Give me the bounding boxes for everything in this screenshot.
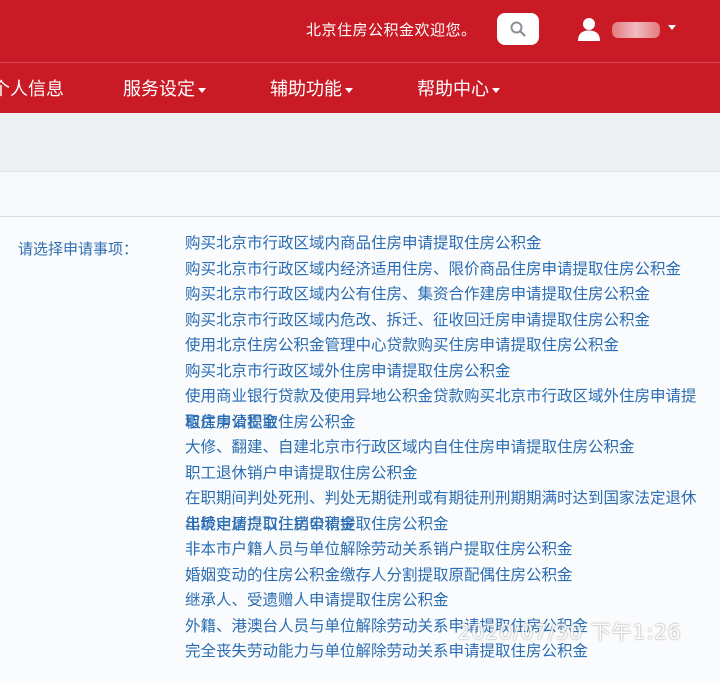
application-item[interactable]: 购买北京市行政区域内经济适用住房、限价商品住房申请提取住房公积金 <box>185 257 701 283</box>
chevron-down-icon[interactable] <box>668 25 676 30</box>
nav-item-label: 个人信息 <box>0 79 64 100</box>
application-item[interactable]: 购买北京市行政区域外住房申请提取住房公积金 <box>185 359 701 385</box>
application-item[interactable]: 购买北京市行政区域内危改、拆迁、征收回迁房申请提取住房公积金 <box>185 308 701 334</box>
application-select-panel: 请选择申请事项： 购买北京市行政区域内商品住房申请提取住房公积金 购买北京市行政… <box>0 217 720 681</box>
select-label: 请选择申请事项： <box>18 240 139 258</box>
top-header: 北京住房公积金欢迎您。 <box>0 0 720 62</box>
nav-item-aux-functions[interactable]: 辅助功能 <box>270 75 353 101</box>
user-icon[interactable] <box>576 16 602 42</box>
nav-item-label: 服务设定 <box>123 79 195 100</box>
application-item[interactable]: 非本市户籍人员与单位解除劳动关系销户提取住房公积金 <box>185 537 701 563</box>
chevron-down-icon <box>198 87 206 93</box>
application-item[interactable]: 婚姻变动的住房公积金缴存人分割提取原配偶住房公积金 <box>185 563 701 589</box>
breadcrumb-band <box>0 113 720 172</box>
nav-item-label: 辅助功能 <box>270 79 342 100</box>
application-item[interactable]: 购买北京市行政区域内商品住房申请提取住房公积金 <box>185 231 701 257</box>
nav-item-help-center[interactable]: 帮助中心 <box>417 75 500 101</box>
application-item[interactable]: 出境定居户口注销申请提取住房公积金 <box>185 512 701 538</box>
section-band <box>0 172 720 217</box>
application-item-list: 购买北京市行政区域内商品住房申请提取住房公积金 购买北京市行政区域内经济适用住房… <box>185 231 701 665</box>
timestamp-watermark: 2020/07/30 下午1:26 <box>458 620 682 644</box>
application-item[interactable]: 职工退休销户申请提取住房公积金 <box>185 461 701 487</box>
nav-item-label: 帮助中心 <box>417 79 489 100</box>
search-icon <box>510 21 526 37</box>
application-item[interactable]: 大修、翻建、自建北京市行政区域内自住住房申请提取住房公积金 <box>185 435 701 461</box>
application-item[interactable]: 购买北京市行政区域内公有住房、集资合作建房申请提取住房公积金 <box>185 282 701 308</box>
nav-item-service-settings[interactable]: 服务设定 <box>123 75 206 101</box>
application-item[interactable]: 使用商业银行贷款及使用异地公积金贷款购买北京市行政区域外住房申请提取住房公积金 <box>185 384 701 431</box>
chevron-down-icon <box>345 87 353 93</box>
application-item[interactable]: 使用北京住房公积金管理中心贷款购买住房申请提取住房公积金 <box>185 333 701 359</box>
nav-item-personal-info[interactable]: 个人信息 <box>0 75 64 101</box>
username-blurred[interactable] <box>612 22 660 38</box>
main-nav: 个人信息 服务设定 辅助功能 帮助中心 <box>0 62 720 113</box>
application-item[interactable]: 在职期间判处死刑、判处无期徒刑或有期徒刑刑期期满时达到国家法定退休年龄申请提取住… <box>185 486 701 533</box>
welcome-text: 北京住房公积金欢迎您。 <box>306 21 477 39</box>
application-item[interactable]: 租房申请提取住房公积金 <box>185 410 701 436</box>
application-item[interactable]: 继承人、受遗赠人申请提取住房公积金 <box>185 588 701 614</box>
search-button[interactable] <box>497 13 539 45</box>
chevron-down-icon <box>492 87 500 93</box>
